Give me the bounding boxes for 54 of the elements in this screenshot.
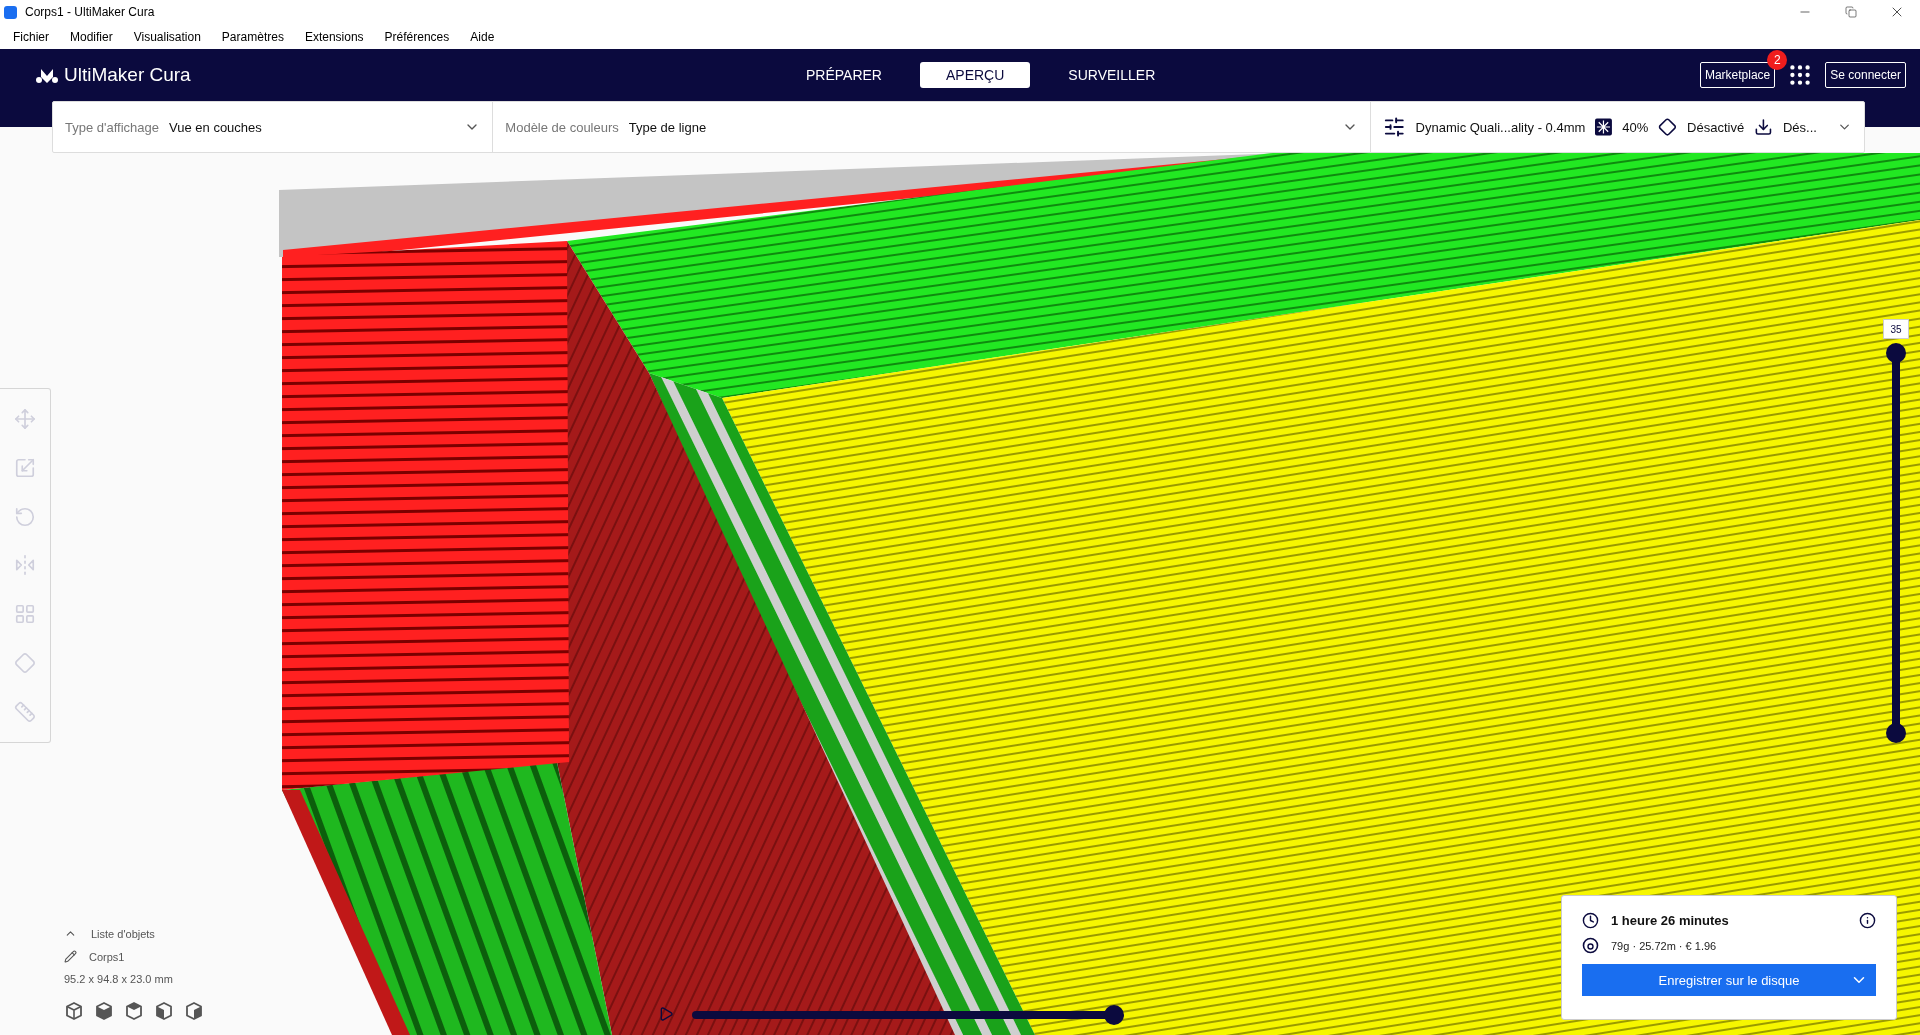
adhesion-value: Dés... xyxy=(1783,119,1817,135)
material-usage: 79g · 25.72m · € 1.96 xyxy=(1611,939,1717,952)
stage-tab[interactable]: SURVEILLER xyxy=(1042,62,1182,88)
pencil-icon xyxy=(64,950,77,963)
object-dimensions: 95.2 x 94.8 x 23.0 mm xyxy=(64,973,174,985)
cube-view-icon[interactable] xyxy=(64,1001,84,1021)
diamond-icon xyxy=(14,651,36,674)
menu-item[interactable]: Préférences xyxy=(376,29,463,44)
app-logo: UltiMaker Cura xyxy=(64,64,191,86)
object-name[interactable]: Corps1 xyxy=(89,950,125,963)
menu-item[interactable]: Extensions xyxy=(296,29,377,44)
cube-view-icon[interactable] xyxy=(94,1001,114,1021)
support-value: Désactivé xyxy=(1687,119,1745,135)
profile-name: Dynamic Quali...ality - 0.4mm xyxy=(1415,119,1586,135)
cube-view-icon[interactable] xyxy=(154,1001,174,1021)
sign-in-button[interactable]: Se connecter xyxy=(1825,62,1906,88)
infill-value: 40% xyxy=(1622,119,1649,135)
window-title: Corps1 - UltiMaker Cura xyxy=(25,5,156,19)
info-icon[interactable] xyxy=(1859,912,1876,929)
play-icon[interactable] xyxy=(658,1006,674,1022)
app-icon xyxy=(4,5,17,19)
logo-icon xyxy=(36,67,58,83)
menu-item[interactable]: Aide xyxy=(462,29,508,44)
ruler-icon xyxy=(14,700,36,723)
adhesion-icon xyxy=(1754,117,1773,137)
view-type-value: Vue en couches xyxy=(169,119,262,135)
notification-badge: 2 xyxy=(1767,50,1788,70)
color-scheme-label: Modèle de couleurs xyxy=(505,119,619,135)
menu-item[interactable]: Modifier xyxy=(62,29,126,44)
view-type-label: Type d'affichage xyxy=(65,119,160,135)
support-icon xyxy=(1658,117,1678,137)
cube-view-icon[interactable] xyxy=(184,1001,204,1021)
layer-slider[interactable] xyxy=(1886,343,1906,743)
save-to-disk-button[interactable]: Enregistrer sur le disque xyxy=(1582,964,1876,996)
settings-sliders-icon xyxy=(1383,115,1406,139)
grid-icon xyxy=(14,603,36,626)
stage-tab[interactable]: APERÇU xyxy=(920,62,1031,88)
clock-icon xyxy=(1582,912,1599,929)
menu-item[interactable]: Fichier xyxy=(5,29,62,44)
infill-icon xyxy=(1595,118,1613,136)
color-scheme-value: Type de ligne xyxy=(628,119,707,135)
menu-item[interactable]: Paramètres xyxy=(213,29,297,44)
move-icon xyxy=(14,408,36,431)
scale-icon xyxy=(14,457,36,480)
cube-view-icon[interactable] xyxy=(124,1001,144,1021)
object-list-toggle[interactable]: Liste d'objets xyxy=(64,927,204,940)
rotate-icon xyxy=(14,505,36,528)
print-time: 1 heure 26 minutes xyxy=(1611,913,1730,928)
restore-icon[interactable] xyxy=(1845,6,1857,18)
spool-icon xyxy=(1582,937,1599,954)
menu-item[interactable]: Visualisation xyxy=(125,29,214,44)
layer-number: 35 xyxy=(1883,319,1909,339)
stage-tab[interactable]: PRÉPARER xyxy=(780,62,908,88)
mirror-icon xyxy=(14,554,36,577)
